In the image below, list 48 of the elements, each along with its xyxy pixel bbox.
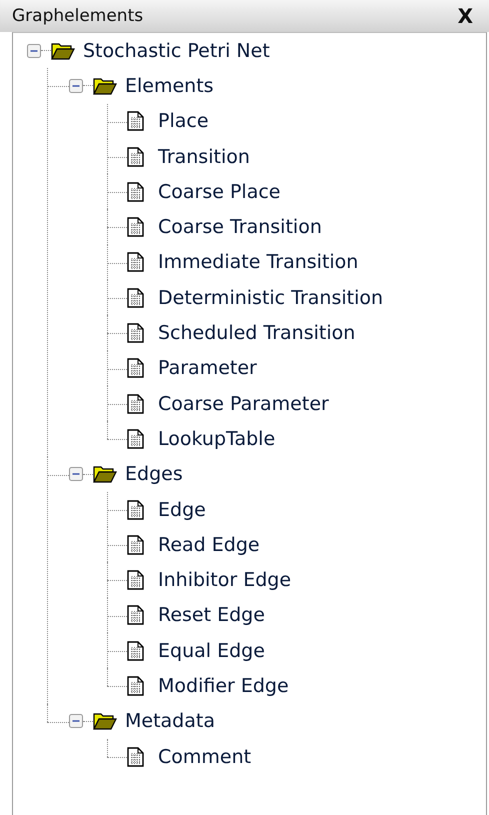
tree-item[interactable]: Modifier Edge (158, 674, 289, 697)
document-icon (127, 605, 144, 626)
document-icon (127, 217, 144, 238)
tree-item[interactable]: Elements (125, 74, 214, 97)
tree-item[interactable]: LookupTable (158, 428, 276, 450)
tree-item[interactable]: Inhibitor Edge (158, 569, 292, 592)
document-icon (127, 394, 144, 414)
tree-item[interactable]: Stochastic Petri Net (83, 40, 270, 62)
document-icon (127, 323, 144, 344)
tree-item[interactable]: Metadata (125, 710, 215, 732)
tree-item[interactable]: Scheduled Transition (158, 322, 356, 344)
tree-item[interactable]: Transition (158, 146, 250, 168)
tree-item[interactable]: Edge (158, 498, 206, 520)
document-icon (127, 676, 144, 696)
tree-item[interactable]: Coarse Parameter (158, 392, 329, 415)
tree-item[interactable]: Reset Edge (158, 604, 265, 626)
document-icon (127, 111, 144, 132)
tree-item[interactable]: Edges (125, 463, 183, 486)
tree-item[interactable]: Comment (158, 746, 252, 768)
document-icon (127, 288, 144, 308)
document-icon (127, 640, 144, 661)
folder-icon (93, 465, 117, 484)
document-icon (127, 746, 144, 767)
tree-item[interactable]: Immediate Transition (158, 251, 358, 274)
folder-icon (93, 712, 117, 730)
collapse-toggle[interactable] (27, 44, 41, 58)
tree-item[interactable]: Equal Edge (158, 640, 265, 662)
document-icon (127, 146, 144, 167)
panel-title: Graphelements (12, 6, 144, 26)
collapse-toggle[interactable] (69, 467, 83, 482)
document-icon (127, 358, 144, 378)
folder-icon (93, 76, 117, 95)
collapse-toggle[interactable] (69, 78, 83, 93)
document-icon (127, 534, 144, 555)
tree-item[interactable]: Deterministic Transition (158, 286, 384, 309)
tree-item[interactable]: Coarse Transition (158, 216, 322, 238)
tree-item[interactable]: Coarse Place (158, 180, 280, 203)
tree-item[interactable]: Read Edge (158, 534, 260, 556)
collapse-toggle[interactable] (69, 714, 83, 728)
tree-item[interactable]: Parameter (158, 357, 257, 380)
document-icon (127, 570, 144, 590)
document-icon (127, 252, 144, 272)
document-icon (127, 500, 144, 520)
document-icon (127, 182, 144, 202)
tree-item[interactable]: Place (158, 110, 209, 132)
folder-icon (51, 42, 75, 60)
document-icon (127, 428, 144, 449)
close-button[interactable]: X (454, 4, 477, 28)
